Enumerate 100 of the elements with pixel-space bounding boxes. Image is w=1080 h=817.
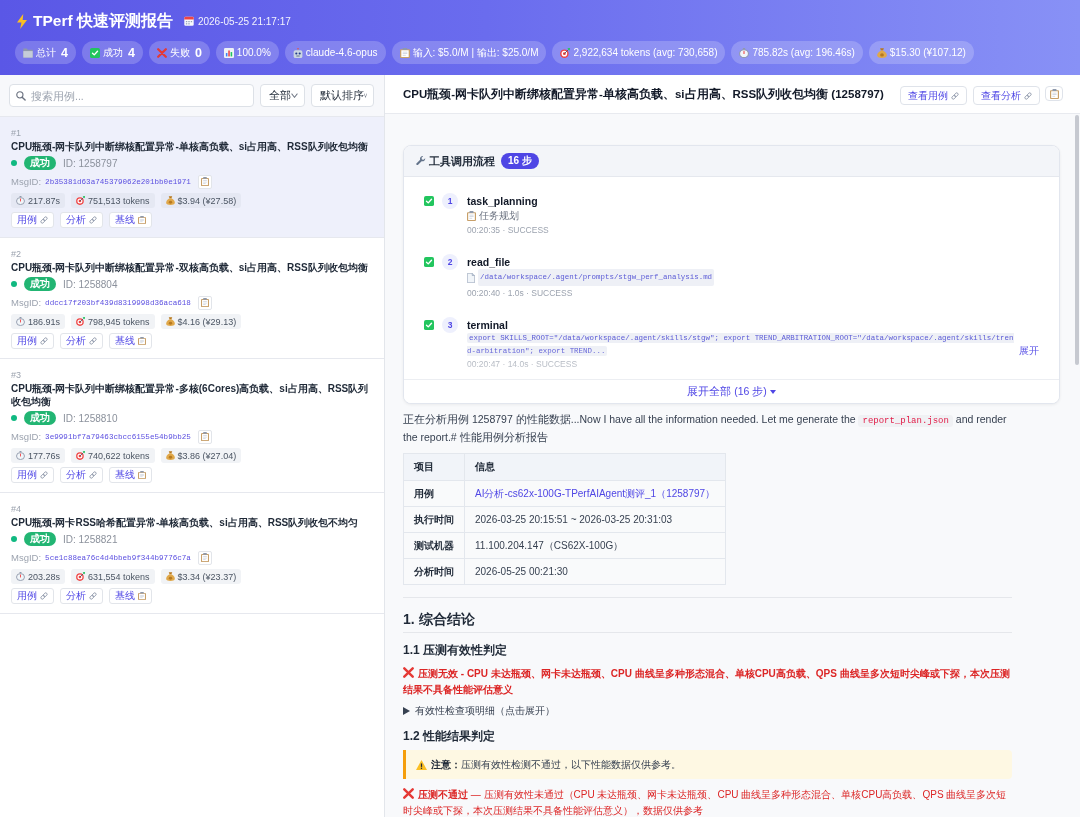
step-count-badge: 16 步: [501, 153, 539, 169]
case-link-button[interactable]: 分析: [60, 467, 103, 483]
target-icon: [76, 317, 86, 326]
case-link-button[interactable]: 用例: [11, 467, 54, 483]
scrollbar-thumb[interactable]: [1075, 115, 1079, 365]
stat-label: 失败: [169, 45, 190, 60]
case-id: ID: 1258810: [63, 412, 118, 424]
link-icon: [1024, 91, 1032, 100]
robot-icon: [292, 47, 303, 58]
clipboard-icon: [1049, 88, 1059, 99]
case-id: ID: 1258821: [63, 533, 118, 545]
duration-text: 186.91s: [28, 316, 61, 327]
link-icon: [40, 337, 48, 345]
case-title: CPU瓶颈-网卡队列中断绑核配置异常-多核(6Cores)高负载、si占用高、RSS队列收包均衡: [11, 382, 370, 408]
case-link-button[interactable]: 基线: [109, 333, 152, 349]
money-bag-icon: [165, 317, 175, 326]
wrench-icon: [416, 156, 426, 166]
clipboard-icon: [200, 298, 209, 307]
step-meta: 00:20:47 · 14.0s · SUCCESS: [467, 358, 579, 371]
link-icon: [89, 471, 97, 479]
table-cell: 2026-03-25 20:15:51 ~ 2026-03-25 20:31:03: [464, 506, 726, 533]
search-icon: [16, 90, 26, 101]
bar-chart-icon: [223, 47, 234, 58]
caret-down-icon: [769, 389, 776, 394]
msgid-label: MsgID:: [11, 297, 42, 308]
view-link-button[interactable]: 查看分析: [973, 86, 1040, 105]
case-link-button[interactable]: 分析: [60, 333, 103, 349]
table-header-cell: 项目: [403, 453, 465, 481]
table-cell: 执行时间: [403, 506, 465, 533]
stat-label: $15.30 (¥107.12): [889, 47, 966, 58]
step-description: 任务规划: [479, 209, 519, 223]
case-link-button[interactable]: 基线: [109, 467, 152, 483]
money-bag-icon: [165, 196, 175, 205]
analysis-paragraph: 正在分析用例 1258797 的性能数据...Now I have all the information needed. Let me generate the report_plan.json and render the report.# 性能用例分析报告: [403, 412, 1008, 445]
clipboard-icon: [138, 337, 146, 345]
link-icon: [40, 592, 48, 600]
case-link-button[interactable]: 用例: [11, 212, 54, 228]
step-name: task_planning: [467, 194, 539, 208]
case-link-button[interactable]: 基线: [109, 212, 152, 228]
stat-label: 100.0%: [236, 47, 271, 58]
check-icon: [89, 47, 100, 58]
tokens-text: 798,945 tokens: [88, 316, 150, 327]
case-link-button[interactable]: 分析: [60, 212, 103, 228]
stat-label: 总计: [36, 45, 56, 60]
table-cell: 分析时间: [403, 558, 465, 585]
case-title: CPU瓶颈-网卡队列中断绑核配置异常-单核高负载、si占用高、RSS队列收包均衡: [11, 140, 369, 153]
clipboard-icon: [200, 177, 209, 186]
cross-icon: [156, 47, 167, 58]
stat-label: 785.82s (avg: 196.46s): [752, 47, 855, 58]
clipboard-icon: [200, 432, 209, 441]
step-number: 2: [442, 254, 458, 270]
step-meta: 00:20:40 · 1.0s · SUCCESS: [467, 287, 574, 300]
case-link[interactable]: AI分析-cs62x-100G-TPerfAIAgent测评_1（1258797）: [475, 487, 716, 499]
duration-text: 217.87s: [28, 195, 61, 206]
status-badge: 成功: [24, 532, 56, 546]
case-link-button[interactable]: 分析: [60, 588, 103, 604]
sort-select[interactable]: 默认排序: [311, 84, 374, 107]
clipboard-icon: [138, 471, 146, 479]
case-link-button[interactable]: 用例: [11, 333, 54, 349]
warning-icon: [416, 759, 427, 770]
page-title: TPerf 快速评测报告: [33, 10, 173, 31]
stat-value: 4: [61, 45, 68, 60]
step-name: terminal: [467, 318, 509, 332]
msgid-label: MsgID:: [11, 552, 42, 563]
link-icon: [40, 216, 48, 224]
copy-button[interactable]: [197, 429, 212, 444]
view-link-button[interactable]: 查看用例: [900, 86, 967, 105]
stopwatch-icon: [16, 196, 25, 205]
folder-icon: [23, 47, 33, 58]
chevron-down-icon: [364, 93, 367, 98]
copy-button[interactable]: [197, 174, 212, 189]
stat-value: 4: [127, 45, 135, 60]
details-toggle[interactable]: 有效性检查项明细（点击展开）: [403, 703, 1012, 719]
cost-text: $3.34 (¥23.37): [177, 571, 237, 582]
cost-text: $4.16 (¥29.13): [177, 316, 237, 327]
copy-button[interactable]: [197, 550, 212, 565]
table-cell: 11.100.204.147（CS62X-100G）: [464, 532, 726, 559]
stat-label: 输入: $5.0/M | 输出: $25.0/M: [412, 45, 539, 60]
expand-all-button[interactable]: 展开全部 (16 步): [404, 379, 1059, 403]
target-icon: [76, 451, 86, 460]
detail-title: CPU瓶颈-网卡队列中断绑核配置异常-单核高负载、si占用高、RSS队列收包均衡 (1258797): [403, 86, 884, 102]
copy-button[interactable]: [1045, 86, 1063, 101]
table-cell: 用例: [403, 480, 465, 507]
section-heading: 1. 综合结论: [403, 611, 1012, 633]
tokens-text: 751,513 tokens: [88, 195, 150, 206]
subsection-heading: 1.1 压测有效性判定: [403, 642, 508, 658]
status-filter-select[interactable]: 全部: [260, 84, 305, 107]
search-field[interactable]: 搜索用例...: [9, 84, 254, 107]
case-title: CPU瓶颈-网卡队列中断绑核配置异常-双核高负载、si占用高、RSS队列收包均衡: [11, 261, 369, 274]
clipboard-icon: [200, 553, 209, 562]
table-header-cell: 信息: [464, 453, 726, 481]
link-icon: [951, 91, 959, 100]
case-link-button[interactable]: 用例: [11, 588, 54, 604]
expand-link[interactable]: 展开: [1019, 344, 1039, 357]
clipboard-icon: [467, 210, 476, 221]
copy-button[interactable]: [197, 295, 212, 310]
cost-text: $3.94 (¥27.58): [177, 195, 237, 206]
case-link-button[interactable]: 基线: [109, 588, 152, 604]
case-number: #3: [11, 369, 22, 381]
step-number: 1: [442, 193, 458, 209]
